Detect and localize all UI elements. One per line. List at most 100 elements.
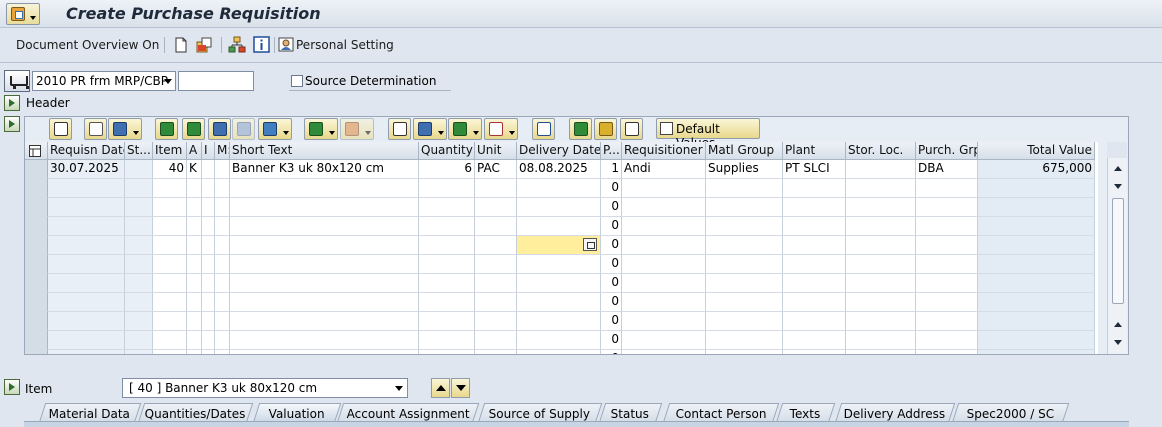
col-purch-grp-header[interactable]: Purch. Grp bbox=[916, 142, 978, 160]
col-plant-cell[interactable]: PT SLCI bbox=[783, 160, 846, 179]
vertical-scrollbar[interactable] bbox=[1107, 158, 1127, 354]
col-material-header[interactable]: M: bbox=[215, 142, 230, 160]
col-total-value-cell[interactable]: 675,000 bbox=[978, 160, 1095, 179]
col-requisn-date-cell[interactable] bbox=[48, 312, 125, 331]
col-requisitioner-cell[interactable] bbox=[622, 198, 706, 217]
col-matl-group-cell[interactable] bbox=[706, 255, 783, 274]
col-price-unit-header[interactable]: P... bbox=[601, 142, 622, 160]
tab-delivery-address[interactable]: Delivery Address bbox=[834, 403, 956, 423]
col-matl-group-cell[interactable] bbox=[706, 179, 783, 198]
col-item-category-header[interactable]: I bbox=[202, 142, 215, 160]
col-stor-loc-cell[interactable] bbox=[846, 160, 916, 179]
col-requisn-date-cell[interactable] bbox=[48, 217, 125, 236]
col-requisn-date-cell[interactable] bbox=[48, 350, 125, 354]
col-matl-group-cell[interactable] bbox=[706, 293, 783, 312]
sort-ascending-button[interactable] bbox=[155, 118, 178, 140]
col-requisn-date-cell[interactable] bbox=[48, 331, 125, 350]
col-purch-grp-cell[interactable]: DBA bbox=[916, 160, 978, 179]
col-quantity-cell[interactable] bbox=[419, 293, 475, 312]
col-delivery-date-cell[interactable] bbox=[517, 312, 601, 331]
col-item-category-cell[interactable] bbox=[202, 255, 215, 274]
col-requisitioner-cell[interactable] bbox=[622, 274, 706, 293]
col-status-cell[interactable] bbox=[125, 293, 153, 312]
col-status-cell[interactable] bbox=[125, 255, 153, 274]
col-unit-cell[interactable] bbox=[475, 198, 517, 217]
col-item-category-cell[interactable] bbox=[202, 331, 215, 350]
col-stor-loc-cell[interactable] bbox=[846, 179, 916, 198]
col-purch-grp-cell[interactable] bbox=[916, 293, 978, 312]
col-total-value-cell[interactable] bbox=[978, 312, 1095, 331]
col-item-category-cell[interactable] bbox=[202, 217, 215, 236]
col-quantity-cell[interactable] bbox=[419, 217, 475, 236]
col-total-value-cell[interactable] bbox=[978, 217, 1095, 236]
col-plant-cell[interactable] bbox=[783, 350, 846, 354]
col-unit-cell[interactable] bbox=[475, 274, 517, 293]
row-selector[interactable] bbox=[25, 217, 48, 236]
col-stor-loc-cell[interactable] bbox=[846, 274, 916, 293]
col-unit-cell[interactable] bbox=[475, 217, 517, 236]
col-purch-grp-cell[interactable] bbox=[916, 274, 978, 293]
col-short-text-cell[interactable] bbox=[230, 217, 419, 236]
select-all-icon[interactable] bbox=[25, 142, 48, 160]
col-material-cell[interactable] bbox=[215, 217, 230, 236]
col-matl-group-cell[interactable] bbox=[706, 350, 783, 354]
shopping-cart-icon[interactable] bbox=[4, 70, 30, 92]
col-matl-group-cell[interactable] bbox=[706, 198, 783, 217]
col-requisn-date-header[interactable]: Requisn Date bbox=[48, 142, 125, 160]
col-requisitioner-cell[interactable] bbox=[622, 217, 706, 236]
col-purch-grp-cell[interactable] bbox=[916, 331, 978, 350]
col-requisn-date-cell[interactable] bbox=[48, 274, 125, 293]
table-row[interactable]: 0 bbox=[25, 350, 1098, 354]
col-requisn-date-cell[interactable] bbox=[48, 236, 125, 255]
lock-button[interactable] bbox=[620, 118, 643, 140]
col-requisitioner-cell[interactable] bbox=[622, 236, 706, 255]
col-item-category-cell[interactable] bbox=[202, 198, 215, 217]
col-purch-grp-cell[interactable] bbox=[916, 217, 978, 236]
assign-source-button[interactable] bbox=[594, 118, 617, 140]
col-purch-grp-cell[interactable] bbox=[916, 198, 978, 217]
col-quantity-cell[interactable] bbox=[419, 331, 475, 350]
col-price-unit-cell[interactable]: 0 bbox=[601, 236, 622, 255]
col-stor-loc-cell[interactable] bbox=[846, 350, 916, 354]
col-acct-assignment-cell[interactable] bbox=[187, 331, 202, 350]
col-plant-cell[interactable] bbox=[783, 217, 846, 236]
col-plant-cell[interactable] bbox=[783, 293, 846, 312]
col-delivery-date-cell[interactable] bbox=[517, 198, 601, 217]
col-unit-cell[interactable] bbox=[475, 236, 517, 255]
col-item-category-cell[interactable] bbox=[202, 312, 215, 331]
col-delivery-date-cell[interactable] bbox=[517, 274, 601, 293]
col-status-cell[interactable] bbox=[125, 217, 153, 236]
col-short-text-cell[interactable] bbox=[230, 179, 419, 198]
col-requisitioner-cell[interactable] bbox=[622, 293, 706, 312]
col-material-cell[interactable] bbox=[215, 179, 230, 198]
col-matl-group-cell[interactable]: Supplies bbox=[706, 160, 783, 179]
col-short-text-cell[interactable] bbox=[230, 274, 419, 293]
col-unit-cell[interactable] bbox=[475, 331, 517, 350]
col-acct-assignment-cell[interactable]: K bbox=[187, 160, 202, 179]
table-row[interactable]: 0 bbox=[25, 179, 1098, 198]
col-item-header[interactable]: Item bbox=[153, 142, 187, 160]
row-selector[interactable] bbox=[25, 236, 48, 255]
col-delivery-date-cell[interactable] bbox=[517, 350, 601, 354]
col-requisitioner-cell[interactable] bbox=[622, 179, 706, 198]
views-button[interactable] bbox=[413, 118, 447, 140]
col-unit-cell[interactable]: PAC bbox=[475, 160, 517, 179]
col-requisitioner-cell[interactable] bbox=[622, 255, 706, 274]
tab-contact-person[interactable]: Contact Person bbox=[662, 403, 780, 423]
personal-setting-button[interactable]: Personal Setting bbox=[296, 38, 394, 52]
tab-texts[interactable]: Texts bbox=[775, 403, 836, 423]
col-price-unit-cell[interactable]: 0 bbox=[601, 255, 622, 274]
scroll-page-down-icon[interactable] bbox=[1111, 336, 1125, 350]
col-total-value-cell[interactable] bbox=[978, 255, 1095, 274]
next-item-button[interactable] bbox=[451, 378, 470, 398]
col-status-cell[interactable] bbox=[125, 179, 153, 198]
col-total-value-cell[interactable] bbox=[978, 331, 1095, 350]
col-status-cell[interactable] bbox=[125, 198, 153, 217]
table-row[interactable]: 0 bbox=[25, 312, 1098, 331]
col-material-cell[interactable] bbox=[215, 293, 230, 312]
col-material-cell[interactable] bbox=[215, 236, 230, 255]
col-purch-grp-cell[interactable] bbox=[916, 179, 978, 198]
col-requisitioner-cell[interactable] bbox=[622, 350, 706, 354]
row-selector[interactable] bbox=[25, 293, 48, 312]
col-item-cell[interactable] bbox=[153, 350, 187, 354]
